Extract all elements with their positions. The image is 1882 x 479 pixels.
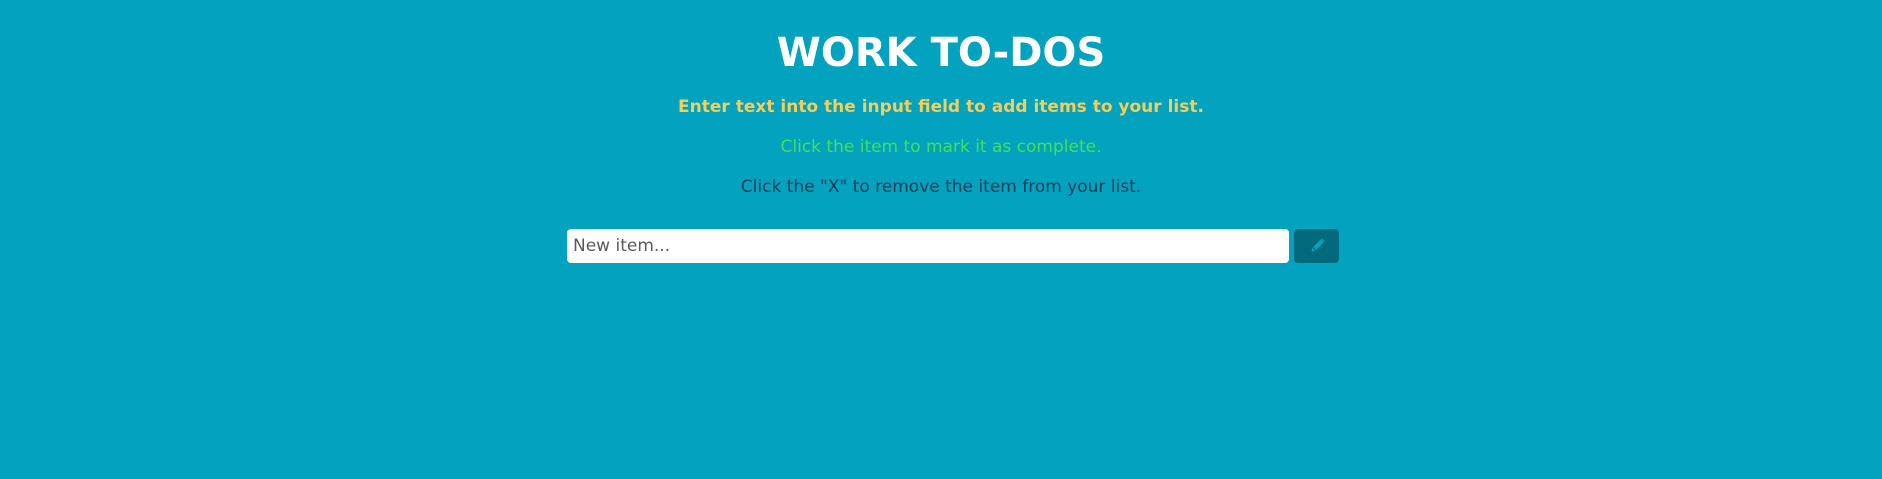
pencil-icon: [1308, 237, 1326, 255]
new-item-form: [567, 229, 1339, 263]
new-item-input[interactable]: [567, 229, 1289, 263]
instruction-complete: Click the item to mark it as complete.: [780, 137, 1102, 157]
instruction-remove: Click the "X" to remove the item from yo…: [740, 177, 1142, 197]
page-title: WORK TO-DOS: [776, 30, 1106, 76]
instruction-add: Enter text into the input field to add i…: [678, 97, 1204, 117]
add-item-button[interactable]: [1294, 229, 1339, 263]
